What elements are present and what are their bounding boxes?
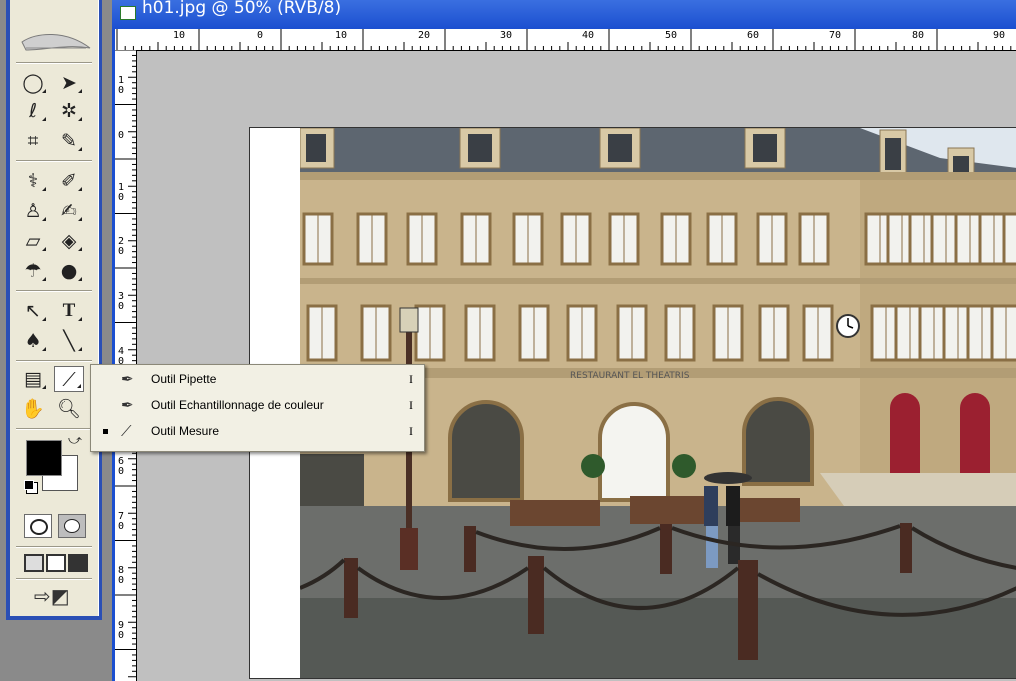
toolbox-separator xyxy=(16,578,92,580)
ruler-label: 80 xyxy=(912,30,925,41)
document-icon xyxy=(120,6,136,20)
menu-item-measure[interactable]: ⟋ Outil Mesure I xyxy=(91,419,424,445)
menu-item-eyedropper[interactable]: ✒ Outil Pipette I xyxy=(91,367,424,393)
blur-tool-icon[interactable]: ☂ xyxy=(18,258,48,284)
quick-mask-mode-button[interactable] xyxy=(58,514,86,538)
horizontal-ruler[interactable]: 10 0 10 20 30 40 50 60 70 80 90 xyxy=(115,29,1016,51)
ruler-label: 50 xyxy=(665,30,678,41)
building-window xyxy=(1002,212,1016,266)
ruler-label: 10 xyxy=(173,30,186,41)
selected-marker xyxy=(103,429,108,434)
dodge-tool-icon[interactable]: ● xyxy=(54,258,84,284)
eraser-tool-icon[interactable]: ▱ xyxy=(18,228,48,254)
standard-mode-button[interactable] xyxy=(24,514,52,538)
ruler-label: 0 xyxy=(118,130,125,141)
default-colors-icon[interactable] xyxy=(24,480,34,490)
marquee-tool-icon[interactable]: ◯ xyxy=(18,70,48,96)
eyedropper-icon: ✒ xyxy=(121,370,134,388)
toolbox-separator xyxy=(16,160,92,162)
swap-colors-icon[interactable]: ⤻ xyxy=(68,432,82,448)
toolbox-separator xyxy=(16,428,92,430)
zoom-tool-icon[interactable]: 🔍︎ xyxy=(54,396,84,422)
full-screen-mode-icon[interactable] xyxy=(68,554,88,572)
ruler-label: 60 xyxy=(747,30,760,41)
ruler-label: 10 xyxy=(335,30,348,41)
measure-icon: ⟋ xyxy=(121,422,132,440)
menu-item-label: Outil Echantillonnage de couleur xyxy=(151,398,324,412)
paint-bucket-tool-icon[interactable]: ◈ xyxy=(54,228,84,254)
ruler-label: 6 0 xyxy=(118,456,125,477)
ruler-label: 1 0 xyxy=(118,182,125,203)
ruler-label: 2 0 xyxy=(118,236,125,257)
hand-tool-icon[interactable]: ✋ xyxy=(18,396,48,422)
menu-item-shortcut: I xyxy=(409,372,413,386)
photoshop-feather-logo[interactable] xyxy=(16,28,96,60)
building-window xyxy=(990,304,1016,362)
full-screen-menu-mode-icon[interactable] xyxy=(46,554,66,572)
document-title: h01.jpg @ 50% (RVB/8) xyxy=(142,0,342,18)
restaurant-sign: RESTAURANT EL THEATRIS xyxy=(570,371,690,381)
document-titlebar[interactable]: h01.jpg @ 50% (RVB/8) xyxy=(112,0,1016,29)
ruler-label: 9 0 xyxy=(118,620,125,641)
magic-wand-tool-icon[interactable]: ✲ xyxy=(54,98,84,124)
slice-tool-icon[interactable]: ✎ xyxy=(54,128,84,154)
ruler-label: 30 xyxy=(500,30,513,41)
menu-item-label: Outil Pipette xyxy=(151,372,217,386)
pen-tool-icon[interactable]: ♠ xyxy=(18,328,48,354)
color-sampler-icon: ✒ xyxy=(121,396,134,414)
toolbox-separator xyxy=(16,546,92,548)
history-brush-tool-icon[interactable]: ✍ xyxy=(54,198,84,224)
measure-tool-icon[interactable]: ⟋ xyxy=(54,366,84,392)
menu-item-label: Outil Mesure xyxy=(151,424,220,438)
toolbox-separator xyxy=(16,62,92,64)
line-tool-icon[interactable]: ╲ xyxy=(54,328,84,354)
toolbox-separator xyxy=(16,290,92,292)
healing-brush-tool-icon[interactable]: ⚕ xyxy=(18,168,48,194)
toolbox-panel: ◯ ➤ ℓ ✲ ⌗ ✎ ⚕ ✐ ♙ ✍ ▱ ◈ ☂ ● ↖ T ♠ ╲ ▤ ⟋ … xyxy=(6,0,102,620)
ruler-label: 8 0 xyxy=(118,565,125,586)
foreground-color-swatch[interactable] xyxy=(26,440,62,476)
crop-tool-icon[interactable]: ⌗ xyxy=(18,128,48,154)
notes-tool-icon[interactable]: ▤ xyxy=(18,366,48,392)
ruler-label: 90 xyxy=(993,30,1006,41)
ruler-label: 40 xyxy=(582,30,595,41)
path-selection-tool-icon[interactable]: ↖ xyxy=(18,298,48,324)
tool-flyout-menu: ✒ Outil Pipette I ✒ Outil Echantillonnag… xyxy=(90,364,425,452)
toolbox-body: ◯ ➤ ℓ ✲ ⌗ ✎ ⚕ ✐ ♙ ✍ ▱ ◈ ☂ ● ↖ T ♠ ╲ ▤ ⟋ … xyxy=(10,0,99,616)
ruler-label: 3 0 xyxy=(118,291,125,312)
menu-item-color-sampler[interactable]: ✒ Outil Echantillonnage de couleur I xyxy=(91,393,424,419)
brush-tool-icon[interactable]: ✐ xyxy=(54,168,84,194)
lasso-tool-icon[interactable]: ℓ xyxy=(18,98,48,124)
toolbox-separator xyxy=(16,360,92,362)
standard-mode-icon xyxy=(30,519,48,535)
horizontal-ruler-ticks xyxy=(116,29,1012,50)
ruler-label: 7 0 xyxy=(118,511,125,532)
ruler-label: 0 xyxy=(257,30,264,41)
ruler-label: 1 0 xyxy=(118,75,125,96)
ruler-label: 70 xyxy=(829,30,842,41)
quick-mask-icon xyxy=(64,519,80,533)
clone-stamp-tool-icon[interactable]: ♙ xyxy=(18,198,48,224)
ruler-label: 20 xyxy=(418,30,431,41)
menu-item-shortcut: I xyxy=(409,424,413,438)
move-tool-icon[interactable]: ➤ xyxy=(54,70,84,96)
menu-item-shortcut: I xyxy=(409,398,413,412)
jump-to-imageready-icon[interactable]: ⇨◩ xyxy=(34,584,70,608)
type-tool-icon[interactable]: T xyxy=(54,298,84,324)
standard-screen-mode-icon[interactable] xyxy=(24,554,44,572)
